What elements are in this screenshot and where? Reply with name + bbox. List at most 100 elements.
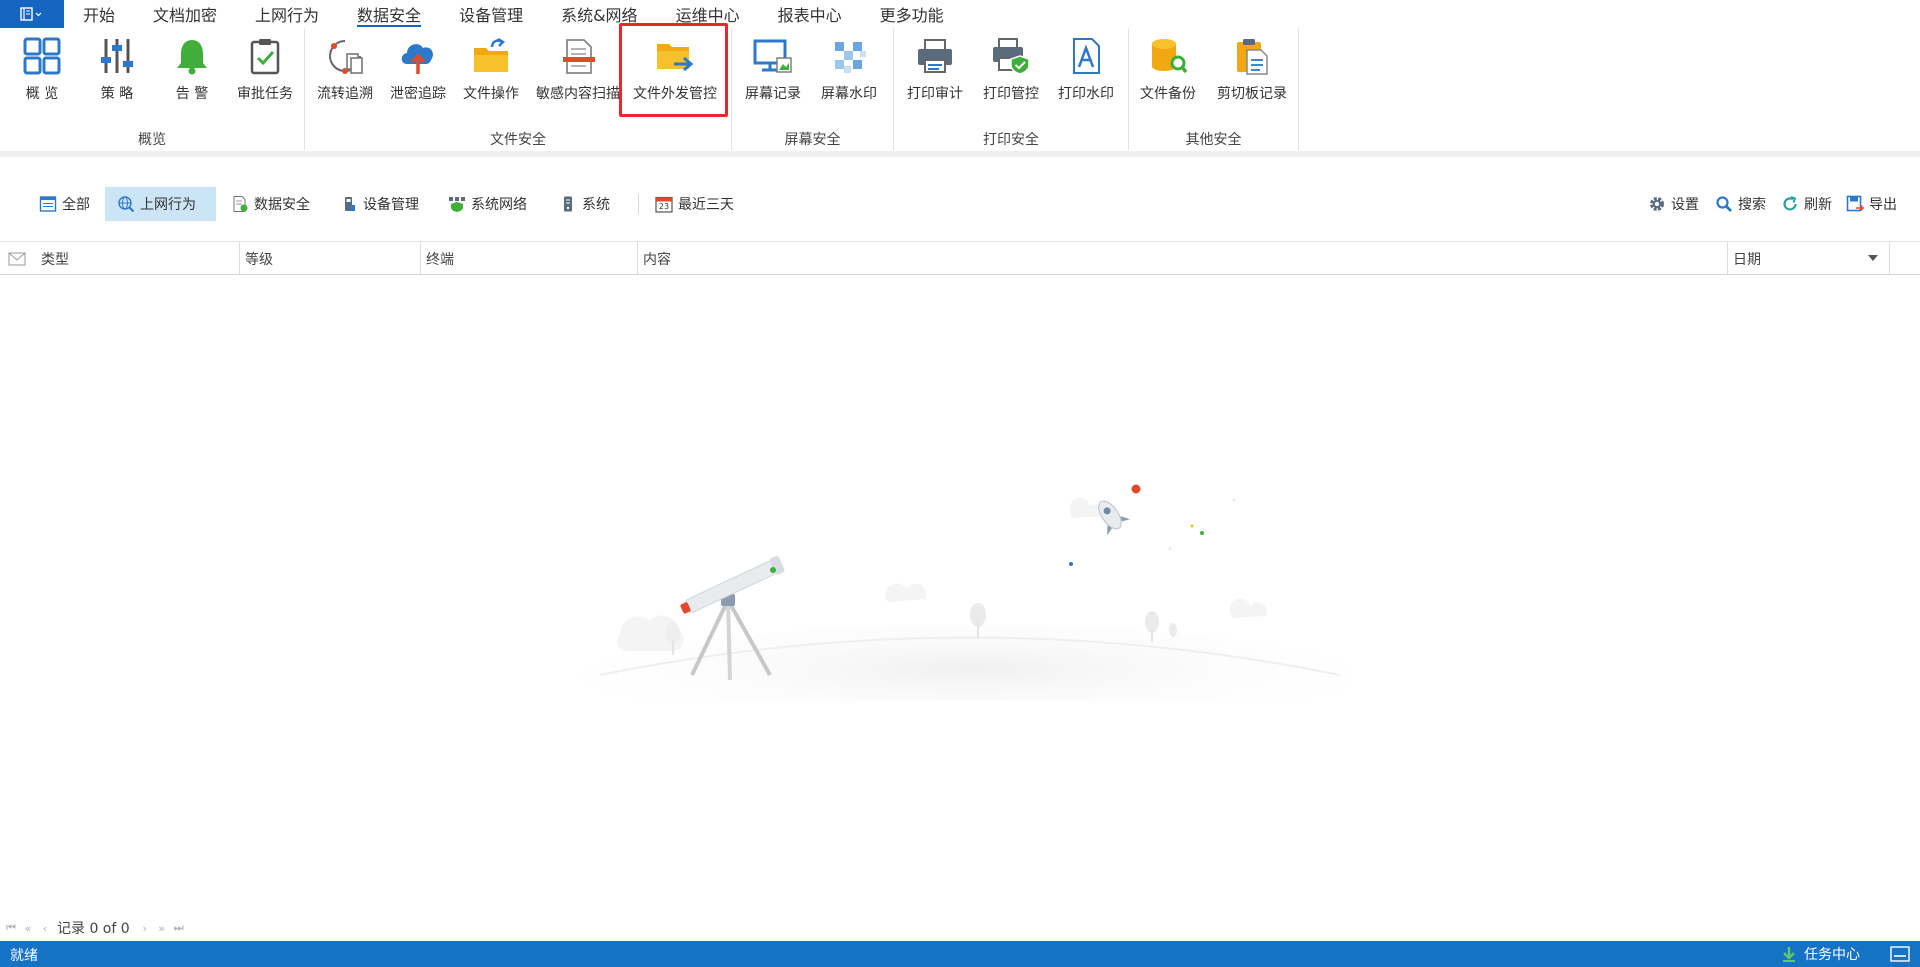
search-icon <box>1716 196 1732 212</box>
tab-report-center[interactable]: 报表中心 <box>759 0 861 28</box>
sliders-icon <box>101 39 133 73</box>
print-watermark-button[interactable]: 打印水印 <box>1055 34 1117 106</box>
search-button[interactable]: 搜索 <box>1715 187 1766 221</box>
search-label: 搜索 <box>1738 197 1766 213</box>
policy-button[interactable]: 策 略 <box>93 34 141 106</box>
overview-button[interactable]: 概 览 <box>18 34 66 106</box>
alert-label: 告 警 <box>175 86 209 102</box>
gear-icon <box>1650 197 1664 211</box>
column-type[interactable]: 类型 <box>36 242 240 275</box>
cloud-upload-icon <box>401 44 434 74</box>
leak-trace-button[interactable]: 泄密追踪 <box>387 34 449 106</box>
grid-icon <box>23 37 61 75</box>
table-header: 类型 等级 终端 内容 日期 <box>0 241 1920 275</box>
filter-data-security-button[interactable]: 数据安全 <box>231 187 310 221</box>
ribbon-group-other-security-label: 其他安全 <box>1185 132 1242 148</box>
bell-icon <box>177 40 207 75</box>
folder-operation-icon <box>474 37 508 72</box>
tab-device-management[interactable]: 设备管理 <box>440 0 542 28</box>
next-group-icon[interactable]: » <box>156 922 168 935</box>
file-operation-label: 文件操作 <box>463 86 519 102</box>
toolbar-separator <box>638 194 639 214</box>
column-date[interactable]: 日期 <box>1728 242 1890 275</box>
leak-trace-label: 泄密追踪 <box>390 86 446 102</box>
ribbon-group-other-security: 文件备份 剪切板记录 其他安全 <box>1129 28 1299 150</box>
filter-web-behavior-label: 上网行为 <box>140 197 196 213</box>
filter-system-button[interactable]: 系统 <box>559 187 610 221</box>
clipboard-log-button[interactable]: 剪切板记录 <box>1212 34 1292 106</box>
filter-system-network-label: 系统网络 <box>471 197 527 213</box>
globe-search-icon <box>118 196 135 213</box>
filter-system-network-button[interactable]: 系统网络 <box>448 187 527 221</box>
ribbon-group-print-security: 打印审计 打印管控 打印水印 打印安全 <box>894 28 1129 150</box>
alert-button[interactable]: 告 警 <box>168 34 216 106</box>
menu-bar: 开始 文档加密 上网行为 数据安全 设备管理 系统&网络 运维中心 报表中心 更… <box>0 0 1920 28</box>
sensitive-scan-button[interactable]: 敏感内容扫描 <box>531 34 625 106</box>
document-check-icon <box>233 196 248 212</box>
column-level[interactable]: 等级 <box>240 242 421 275</box>
download-arrow-icon <box>1783 947 1795 962</box>
file-backup-label: 文件备份 <box>1140 86 1196 102</box>
approval-task-button[interactable]: 审批任务 <box>233 34 297 106</box>
tab-data-security[interactable]: 数据安全 <box>338 0 440 28</box>
tab-more-features[interactable]: 更多功能 <box>861 0 963 28</box>
filter-all-button[interactable]: 全部 <box>39 187 90 221</box>
screen-watermark-button[interactable]: 屏幕水印 <box>818 34 880 106</box>
file-backup-button[interactable]: 文件备份 <box>1137 34 1199 106</box>
file-operation-button[interactable]: 文件操作 <box>460 34 522 106</box>
sort-down-icon[interactable] <box>1867 254 1879 262</box>
filter-device-management-label: 设备管理 <box>363 197 419 213</box>
export-button[interactable]: 导出 <box>1846 187 1897 221</box>
ribbon-group-print-security-label: 打印安全 <box>983 132 1039 148</box>
print-watermark-label: 打印水印 <box>1058 86 1114 102</box>
screen-watermark-label: 屏幕水印 <box>821 86 877 102</box>
last-page-icon[interactable]: ⏭ <box>173 921 185 935</box>
keyboard-icon[interactable] <box>1890 946 1910 962</box>
task-center-button[interactable]: 任务中心 <box>1780 944 1860 964</box>
export-label: 导出 <box>1869 197 1897 213</box>
tab-start[interactable]: 开始 <box>64 0 134 28</box>
previous-page-icon[interactable]: ‹ <box>39 922 51 935</box>
ribbon: 概 览 策 略 告 警 审批任务 概览 流转追溯 泄密追踪 文件操作 敏感内容扫… <box>0 23 1920 157</box>
policy-label: 策 略 <box>100 86 134 102</box>
clipboard-log-label: 剪切板记录 <box>1217 86 1287 102</box>
column-mail[interactable] <box>0 242 34 275</box>
usb-device-icon <box>345 197 355 211</box>
print-audit-label: 打印审计 <box>907 86 963 102</box>
mosaic-icon <box>835 42 866 73</box>
print-control-label: 打印管控 <box>983 86 1039 102</box>
column-content[interactable]: 内容 <box>638 242 1728 275</box>
settings-button[interactable]: 设置 <box>1648 187 1699 221</box>
print-audit-button[interactable]: 打印审计 <box>904 34 966 106</box>
previous-group-icon[interactable]: « <box>22 922 34 935</box>
filter-web-behavior-button[interactable]: 上网行为 <box>105 187 216 221</box>
calendar-day: 23 <box>658 202 670 211</box>
app-menu-button[interactable] <box>0 0 64 28</box>
column-terminal[interactable]: 终端 <box>421 242 638 275</box>
overview-label: 概 览 <box>25 86 59 102</box>
printer-icon <box>918 39 952 73</box>
record-count: 记录 0 of 0 <box>57 921 130 937</box>
ribbon-group-screen-security: 屏幕记录 屏幕水印 屏幕安全 <box>732 28 894 150</box>
next-page-icon[interactable]: › <box>139 922 151 935</box>
flow-trace-button[interactable]: 流转追溯 <box>314 34 376 106</box>
filter-recent-three-days-button[interactable]: 23 最近三天 <box>655 187 734 221</box>
ribbon-group-file-security-label: 文件安全 <box>490 132 546 148</box>
tab-web-behavior[interactable]: 上网行为 <box>236 0 338 28</box>
approval-task-label: 审批任务 <box>237 86 293 102</box>
list-icon <box>39 196 57 212</box>
filter-all-label: 全部 <box>62 197 90 213</box>
printer-shield-icon <box>993 38 1030 75</box>
tab-document-encryption[interactable]: 文档加密 <box>134 0 236 28</box>
refresh-button[interactable]: 刷新 <box>1781 187 1832 221</box>
task-center-label: 任务中心 <box>1804 947 1860 963</box>
ribbon-group-overview: 概 览 策 略 告 警 审批任务 概览 <box>0 28 305 150</box>
print-control-button[interactable]: 打印管控 <box>980 34 1042 106</box>
refresh-icon <box>1783 196 1797 211</box>
first-page-icon[interactable]: ⏮ <box>5 921 17 935</box>
empty-state-illustration <box>580 484 1350 700</box>
document-letter-icon <box>1073 38 1100 74</box>
screen-record-button[interactable]: 屏幕记录 <box>742 34 804 106</box>
filter-device-management-button[interactable]: 设备管理 <box>340 187 419 221</box>
filter-toolbar: 全部 上网行为 数据安全 设备管理 系统网络 系统 23 最近三天 设置 搜索 … <box>0 187 1920 221</box>
